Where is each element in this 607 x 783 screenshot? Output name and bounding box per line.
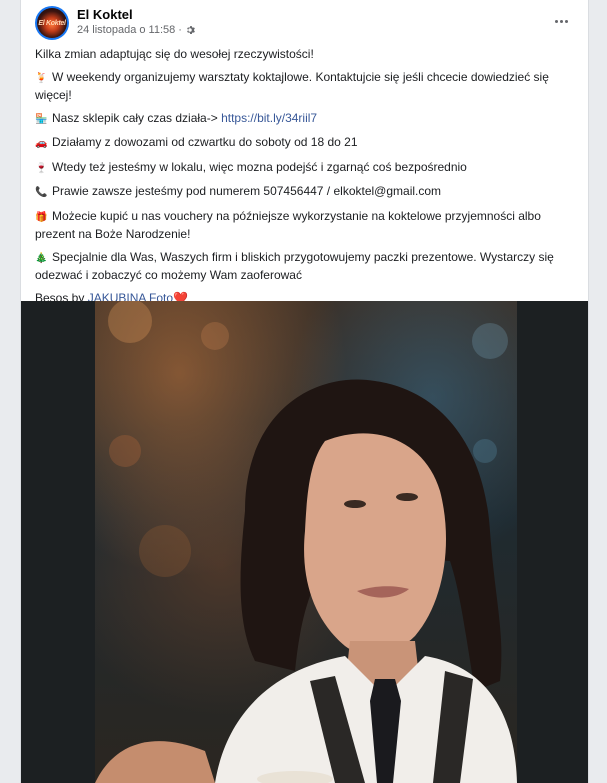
page-name-link[interactable]: El Koktel bbox=[77, 7, 133, 22]
photo-image bbox=[95, 301, 517, 783]
gear-icon[interactable] bbox=[185, 25, 195, 35]
cocktail-icon: 🍹 bbox=[35, 72, 48, 84]
post-paragraph: 📞 Prawie zawsze jesteśmy pod numerem 5074… bbox=[35, 183, 580, 202]
post-paragraph: 🎁 Możecie kupić u nas vouchery na później… bbox=[35, 208, 580, 243]
post-timestamp[interactable]: 24 listopada o 11:58 bbox=[77, 24, 175, 36]
paragraph-text: Nasz sklepik cały czas działa-> bbox=[52, 110, 222, 125]
post-card: El Koktel El Koktel 24 listopada o 11:58… bbox=[20, 0, 589, 783]
more-options-button[interactable] bbox=[548, 10, 574, 32]
post-paragraph: 🎄 Specjalnie dla Was, Waszych firm i blis… bbox=[35, 249, 580, 284]
paragraph-text: Wtedy też jesteśmy w lokalu, więc mozna … bbox=[52, 159, 467, 174]
paragraph-text: Kilka zmian adaptując się do wesołej rze… bbox=[35, 47, 314, 61]
paragraph-text: Prawie zawsze jesteśmy pod numerem 50745… bbox=[52, 184, 442, 198]
wine-glass-icon: 🍷 bbox=[35, 162, 48, 174]
paragraph-text: Możecie kupić u nas vouchery na późniejs… bbox=[35, 208, 541, 242]
car-icon: 🚗 bbox=[35, 138, 48, 149]
christmas-tree-icon: 🎄 bbox=[35, 252, 48, 264]
post-paragraph: 🍹 W weekendy organizujemy warsztaty kokta… bbox=[35, 69, 580, 104]
avatar-text: El Koktel bbox=[38, 19, 66, 27]
shop-link[interactable]: https://bit.ly/34riil7 bbox=[221, 111, 317, 125]
phone-icon: 📞 bbox=[35, 187, 48, 198]
avatar[interactable]: El Koktel bbox=[35, 6, 69, 40]
post-meta: 24 listopada o 11:58 · bbox=[77, 24, 195, 36]
post-header: El Koktel El Koktel 24 listopada o 11:58… bbox=[35, 6, 578, 42]
post-text: Kilka zmian adaptując się do wesołej rze… bbox=[35, 46, 580, 312]
post-paragraph: 🚗 Działamy z dowozami od czwartku do sobo… bbox=[35, 134, 580, 153]
paragraph-text: W weekendy organizujemy warsztaty koktaj… bbox=[35, 69, 549, 103]
more-options-icon-dot bbox=[559, 19, 563, 23]
avatar-logo: El Koktel bbox=[37, 8, 67, 38]
post-paragraph: 🏪 Nasz sklepik cały czas działa-> https:/… bbox=[35, 110, 580, 129]
post-paragraph: 🍷 Wtedy też jesteśmy w lokalu, więc mozna… bbox=[35, 159, 580, 178]
more-options-icon-dot bbox=[564, 19, 568, 23]
post-paragraph: Kilka zmian adaptując się do wesołej rze… bbox=[35, 46, 580, 63]
more-options-icon bbox=[554, 19, 558, 23]
meta-separator: · bbox=[178, 24, 182, 36]
paragraph-text: Specjalnie dla Was, Waszych firm i blisk… bbox=[35, 249, 554, 283]
paragraph-text: Działamy z dowozami od czwartku do sobot… bbox=[52, 135, 358, 149]
post-photo[interactable] bbox=[21, 301, 588, 783]
gift-icon: 🎁 bbox=[35, 211, 48, 223]
shop-icon: 🏪 bbox=[35, 113, 48, 125]
bartender-portrait-image bbox=[95, 301, 517, 783]
